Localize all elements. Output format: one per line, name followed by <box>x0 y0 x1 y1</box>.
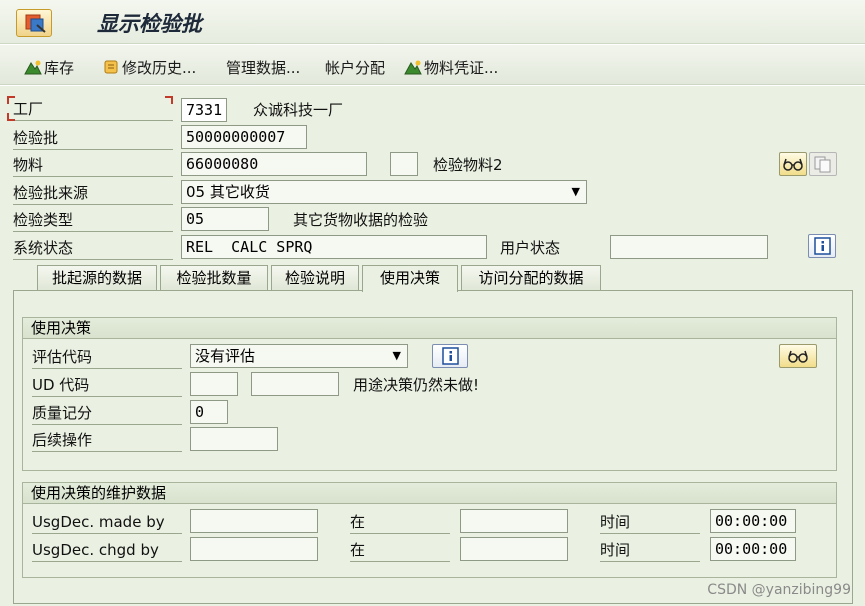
follow-up-label: 后续操作 <box>32 428 182 452</box>
tab-assigned-data[interactable]: 访问分配的数据 <box>461 265 601 291</box>
valuation-value: 没有评估 <box>195 347 256 365</box>
stock-label: 库存 <box>44 59 75 77</box>
made-time-label: 时间 <box>600 510 700 534</box>
tab-usage-decision[interactable]: 使用决策 <box>362 265 458 292</box>
admin-data-button[interactable]: 管理数据... <box>226 57 300 79</box>
made-by-label: UsgDec. made by <box>32 510 182 534</box>
insp-material-label: 检验物料2 <box>433 156 503 174</box>
glasses-display-button[interactable] <box>779 152 807 176</box>
admin-data-label: 管理数据... <box>226 59 301 77</box>
plant-label: 工厂 <box>7 96 173 121</box>
chevron-down-icon: ▼ <box>392 349 401 362</box>
origin-label: 检验批来源 <box>13 181 173 205</box>
valuation-info-button[interactable] <box>432 344 468 368</box>
changed-time-field[interactable]: 00:00:00 <box>710 537 796 561</box>
display-lot-icon[interactable] <box>16 9 52 37</box>
tab-lot-origin[interactable]: 批起源的数据 <box>37 265 157 291</box>
ud-code-group-field[interactable] <box>190 372 238 396</box>
made-time-field[interactable]: 00:00:00 <box>710 509 796 533</box>
account-assignment-button[interactable]: 帐户分配 <box>325 57 385 79</box>
made-on-field[interactable] <box>460 509 568 533</box>
watermark: CSDN @yanzibing99 <box>707 582 851 598</box>
maintenance-group-title: 使用决策的维护数据 <box>23 483 836 504</box>
glasses-icon <box>783 158 803 171</box>
mountain-icon <box>404 59 422 75</box>
info-icon <box>814 237 831 255</box>
quality-score-label: 质量记分 <box>32 401 182 425</box>
info-button[interactable] <box>808 234 836 258</box>
material-document-button[interactable]: 物料凭证... <box>404 57 498 79</box>
stock-button[interactable]: 库存 <box>24 57 74 79</box>
material-label: 物料 <box>13 153 173 177</box>
decision-glasses-button[interactable] <box>779 344 817 368</box>
valuation-label: 评估代码 <box>32 345 182 369</box>
made-at-label: 在 <box>350 510 450 534</box>
type-label: 检验类型 <box>13 208 173 232</box>
user-status-label: 用户状态 <box>500 239 561 257</box>
follow-up-field[interactable] <box>190 427 278 451</box>
plant-name: 众诚科技一厂 <box>253 101 344 119</box>
plant-field[interactable]: 7331 <box>181 98 227 122</box>
lot-label: 检验批 <box>13 126 173 150</box>
scroll-icon <box>102 59 120 75</box>
application-toolbar: 库存 修改历史... 管理数据... 帐户分配 物料凭证... <box>0 45 865 85</box>
quality-score-field[interactable]: 0 <box>190 400 228 424</box>
account-assignment-label: 帐户分配 <box>325 59 386 77</box>
origin-dropdown[interactable]: 05 其它收货 ▼ <box>181 180 587 204</box>
ud-code-field[interactable] <box>251 372 339 396</box>
info-icon <box>442 347 459 365</box>
type-field[interactable]: 05 <box>181 207 269 231</box>
tab-lot-quantity[interactable]: 检验批数量 <box>160 265 268 291</box>
page-title: 显示检验批 <box>97 12 202 36</box>
changed-at-label: 在 <box>350 538 450 562</box>
change-history-button[interactable]: 修改历史... <box>102 57 196 79</box>
ud-code-label: UD 代码 <box>32 373 182 397</box>
mountain-icon <box>24 59 42 75</box>
material-field[interactable]: 66000080 <box>181 152 367 176</box>
type-desc: 其它货物收据的检验 <box>293 211 429 229</box>
title-bar: 显示检验批 <box>0 0 865 44</box>
sys-status-field[interactable]: REL CALC SPRQ <box>181 235 487 259</box>
origin-value: 05 其它收货 <box>186 183 270 201</box>
tab-inspection-spec[interactable]: 检验说明 <box>271 265 359 291</box>
material-extra-field[interactable] <box>390 152 418 176</box>
glasses-icon <box>788 350 808 363</box>
lot-field[interactable]: 50000000007 <box>181 125 307 149</box>
copy-button[interactable] <box>809 152 837 176</box>
usage-decision-group-title: 使用决策 <box>23 318 836 339</box>
chevron-down-icon: ▼ <box>571 185 580 198</box>
copy-icon <box>814 156 831 173</box>
changed-by-label: UsgDec. chgd by <box>32 538 182 562</box>
valuation-dropdown[interactable]: 没有评估 ▼ <box>190 344 408 368</box>
user-status-field[interactable] <box>610 235 768 259</box>
material-document-label: 物料凭证... <box>424 59 499 77</box>
changed-on-field[interactable] <box>460 537 568 561</box>
changed-by-field[interactable] <box>190 537 318 561</box>
change-history-label: 修改历史... <box>122 59 197 77</box>
ud-message: 用途决策仍然未做! <box>353 376 480 394</box>
changed-time-label: 时间 <box>600 538 700 562</box>
sys-status-label: 系统状态 <box>13 236 173 260</box>
made-by-field[interactable] <box>190 509 318 533</box>
